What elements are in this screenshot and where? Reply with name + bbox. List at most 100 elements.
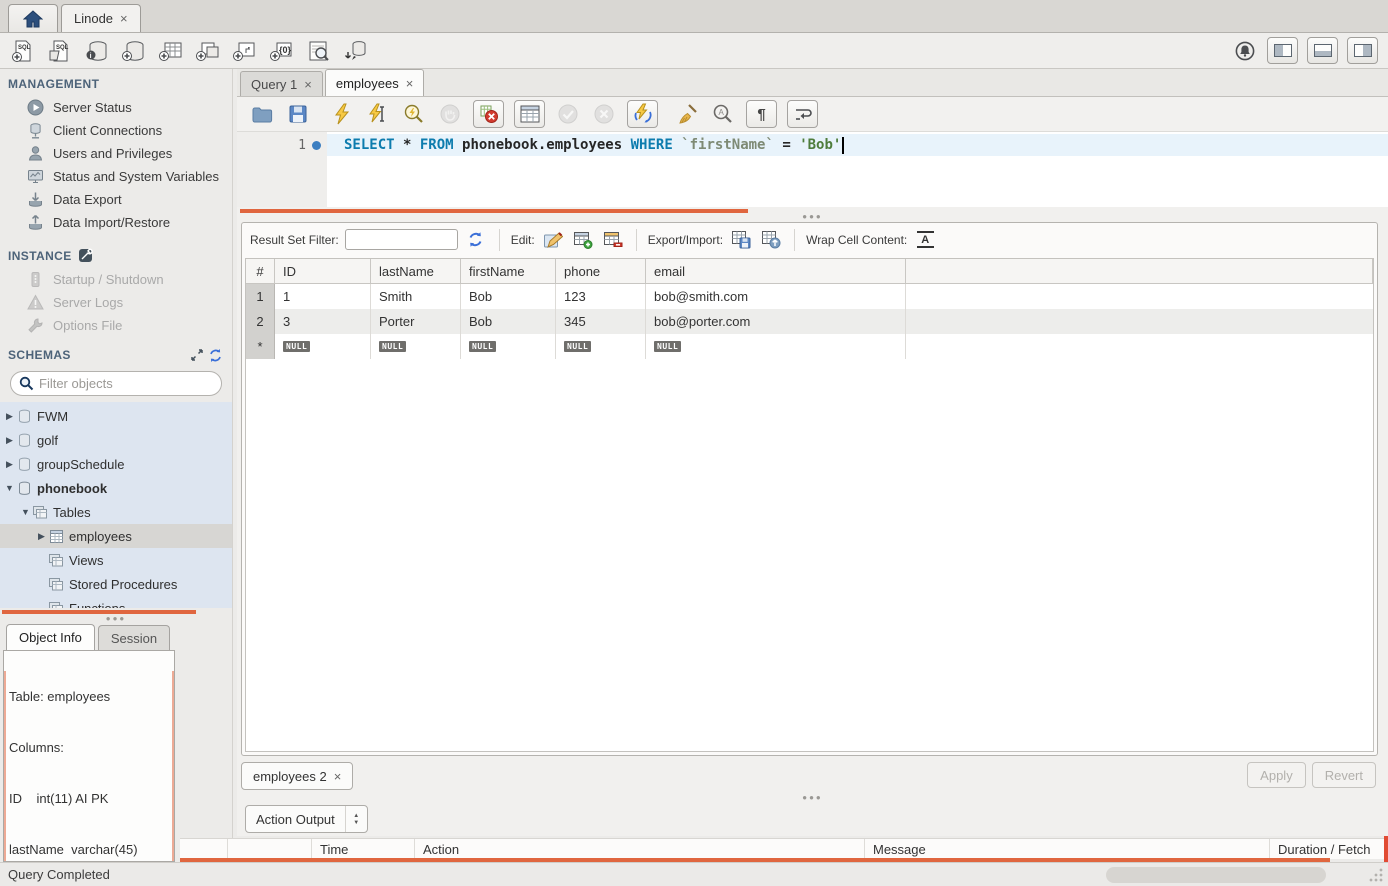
tree-item-phonebook[interactable]: ▼ phonebook [0, 476, 232, 500]
edit-record-icon[interactable] [541, 229, 565, 251]
close-icon[interactable]: × [304, 77, 312, 92]
table-row[interactable]: 1 1 Smith Bob 123 bob@smith.com [246, 284, 1373, 309]
execute-current-statement-icon[interactable] [365, 101, 391, 127]
stop-query-icon[interactable] [437, 101, 463, 127]
column-header-lastname[interactable]: lastName [371, 259, 461, 283]
explain-plan-icon[interactable] [401, 101, 427, 127]
delete-row-icon[interactable] [601, 229, 625, 251]
apply-button[interactable]: Apply [1247, 762, 1306, 788]
code-area[interactable]: SELECT * FROM phonebook.employees WHERE … [327, 132, 1388, 207]
tab-object-info[interactable]: Object Info [6, 624, 95, 650]
new-row-placeholder[interactable]: * NULL NULL NULL NULL NULL [246, 334, 1373, 359]
tab-session[interactable]: Session [98, 625, 170, 650]
tree-item-golf[interactable]: ▶ golf [0, 428, 232, 452]
null-badge[interactable]: NULL [283, 341, 310, 352]
result-filter-input[interactable] [345, 229, 458, 250]
toggle-right-panel-button[interactable] [1347, 37, 1378, 64]
new-sql-tab-icon[interactable]: SQL [10, 38, 36, 64]
toggle-autocommit-button[interactable] [627, 100, 658, 128]
output-splitter-handle[interactable]: ●●● [237, 792, 1388, 802]
notifications-icon[interactable] [1232, 38, 1258, 64]
clear-query-icon[interactable] [674, 101, 700, 127]
import-recordset-icon[interactable] [759, 229, 783, 251]
schema-filter-input[interactable] [39, 376, 215, 391]
expand-schemas-icon[interactable] [188, 347, 206, 363]
refresh-schemas-icon[interactable] [206, 347, 224, 363]
limit-rows-button[interactable] [514, 100, 545, 128]
create-view-icon[interactable] [195, 38, 221, 64]
output-col-time[interactable]: Time [312, 839, 415, 859]
toggle-bottom-panel-button[interactable] [1307, 37, 1338, 64]
tree-item-fwm[interactable]: ▶ FWM [0, 404, 232, 428]
create-table-icon[interactable] [158, 38, 184, 64]
sidebar-item-server-status[interactable]: Server Status [0, 96, 232, 119]
reconnect-dbms-icon[interactable] [343, 38, 369, 64]
close-icon[interactable]: × [334, 769, 342, 784]
output-col-duration[interactable]: Duration / Fetch [1270, 839, 1388, 859]
column-header-id[interactable]: ID [275, 259, 371, 283]
connection-tab-linode[interactable]: Linode × [61, 4, 141, 32]
sql-editor[interactable]: 1 SELECT * FROM phonebook.employees WHER… [237, 131, 1388, 207]
sidebar-item-client-connections[interactable]: Client Connections [0, 119, 232, 142]
sidebar-splitter-handle[interactable]: ●●● [0, 614, 232, 623]
export-recordset-icon[interactable] [729, 229, 753, 251]
resize-grip[interactable] [1368, 867, 1384, 883]
tree-item-functions[interactable]: Functions [0, 596, 232, 608]
find-icon[interactable]: A [710, 101, 736, 127]
close-icon[interactable]: × [406, 76, 414, 91]
database-info-icon[interactable]: i [84, 38, 110, 64]
search-data-icon[interactable] [306, 38, 332, 64]
tree-item-views[interactable]: Views [0, 548, 232, 572]
sidebar-item-status-variables[interactable]: Status and System Variables [0, 165, 232, 188]
wrap-cell-content-icon[interactable]: A [913, 229, 937, 251]
result-grid[interactable]: # ID lastName firstName phone email 1 1 … [245, 258, 1374, 752]
tree-item-stored-procedures[interactable]: Stored Procedures [0, 572, 232, 596]
horizontal-scrollbar-thumb[interactable] [1106, 867, 1326, 883]
output-type-select[interactable]: Action Output ▲▼ [245, 805, 368, 833]
tree-item-groupschedule[interactable]: ▶ groupSchedule [0, 452, 232, 476]
tree-item-tables[interactable]: ▼ Tables [0, 500, 232, 524]
toggle-stop-on-error-button[interactable] [473, 100, 504, 128]
open-sql-script-icon[interactable]: SQL [47, 38, 73, 64]
rollback-icon[interactable] [591, 101, 617, 127]
create-function-icon[interactable]: {0} [269, 38, 295, 64]
commit-icon[interactable] [555, 101, 581, 127]
sidebar-item-data-import[interactable]: Data Import/Restore [0, 211, 232, 234]
revert-button[interactable]: Revert [1312, 762, 1376, 788]
open-file-icon[interactable] [249, 101, 275, 127]
home-tab[interactable] [8, 4, 58, 32]
schema-filter[interactable] [10, 371, 222, 396]
create-schema-icon[interactable] [121, 38, 147, 64]
toggle-word-wrap-button[interactable] [787, 100, 818, 128]
sidebar-item-server-logs[interactable]: Server Logs [0, 291, 232, 314]
output-col-action[interactable]: Action [415, 839, 865, 859]
output-col-message[interactable]: Message [865, 839, 1270, 859]
toggle-left-panel-button[interactable] [1267, 37, 1298, 64]
null-badge[interactable]: NULL [379, 341, 406, 352]
sidebar-item-startup-shutdown[interactable]: Startup / Shutdown [0, 268, 232, 291]
table-row[interactable]: 2 3 Porter Bob 345 bob@porter.com [246, 309, 1373, 334]
sidebar-item-data-export[interactable]: Data Export [0, 188, 232, 211]
column-header-firstname[interactable]: firstName [461, 259, 556, 283]
main-toolbar: SQL SQL i {0} [0, 33, 1388, 69]
column-header-email[interactable]: email [646, 259, 906, 283]
refresh-results-icon[interactable] [464, 229, 488, 251]
tree-item-employees[interactable]: ▶ employees [0, 524, 232, 548]
sidebar-item-users-privileges[interactable]: Users and Privileges [0, 142, 232, 165]
tab-employees[interactable]: employees × [325, 69, 424, 96]
tab-query-1[interactable]: Query 1 × [240, 71, 323, 96]
column-header-phone[interactable]: phone [556, 259, 646, 283]
column-header-rownum[interactable]: # [246, 259, 275, 283]
null-badge[interactable]: NULL [564, 341, 591, 352]
tab-employees-2[interactable]: employees 2 × [241, 762, 353, 790]
sidebar-item-options-file[interactable]: Options File [0, 314, 232, 337]
editor-result-splitter[interactable]: ●●● [237, 207, 1388, 222]
null-badge[interactable]: NULL [654, 341, 681, 352]
create-procedure-icon[interactable] [232, 38, 258, 64]
insert-row-icon[interactable] [571, 229, 595, 251]
toggle-invisible-characters-button[interactable]: ¶ [746, 100, 777, 128]
save-icon[interactable] [285, 101, 311, 127]
execute-query-icon[interactable] [329, 101, 355, 127]
null-badge[interactable]: NULL [469, 341, 496, 352]
close-icon[interactable]: × [120, 11, 128, 26]
